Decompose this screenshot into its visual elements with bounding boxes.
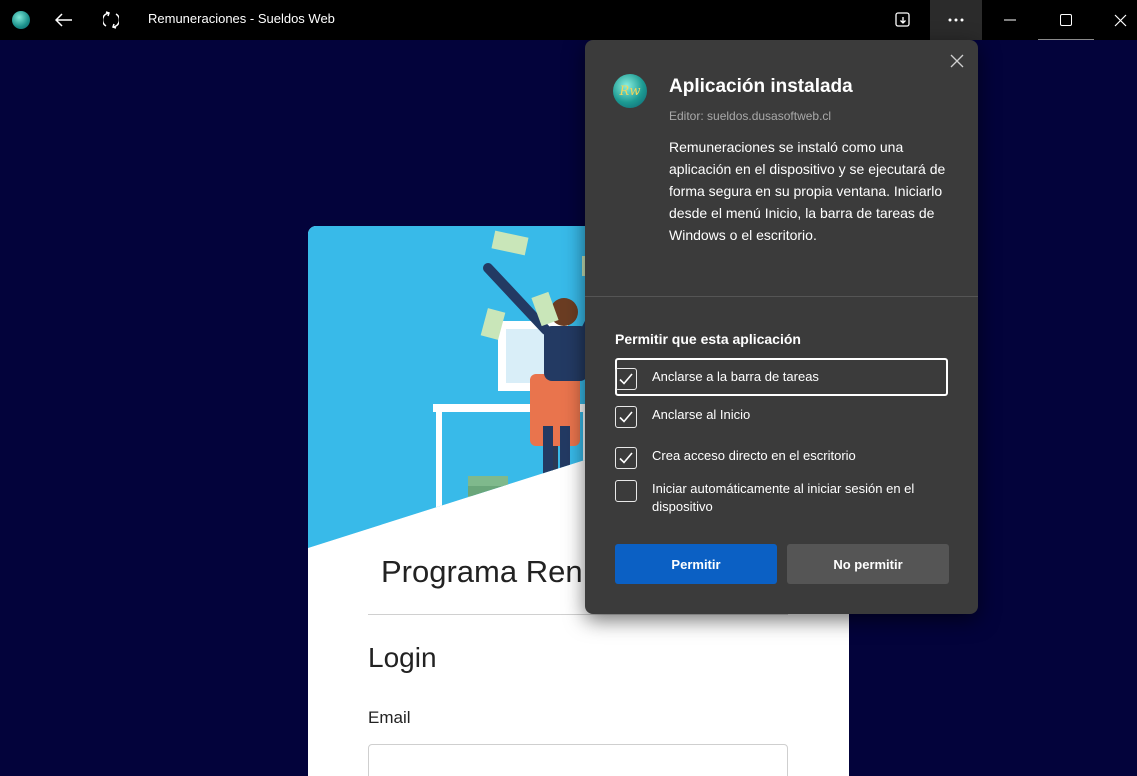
flyout-heading: Aplicación instalada xyxy=(669,76,853,97)
checkbox-pin-start[interactable] xyxy=(615,406,637,428)
close-icon xyxy=(1114,14,1126,26)
option-pin-start[interactable]: Anclarse al Inicio xyxy=(615,406,942,428)
email-field[interactable] xyxy=(368,744,788,776)
checkbox-desktop-shortcut[interactable] xyxy=(615,447,637,469)
app-available-button[interactable] xyxy=(883,0,923,40)
allow-button[interactable]: Permitir xyxy=(615,544,777,584)
email-label: Email xyxy=(368,708,411,727)
ellipsis-icon xyxy=(948,18,964,22)
maximize-hover-indicator xyxy=(1038,39,1094,40)
minimize-icon xyxy=(1004,19,1016,21)
app-logo-icon: Rw xyxy=(613,74,647,108)
checkbox-auto-start[interactable] xyxy=(615,480,637,502)
logo-text: Rw xyxy=(619,83,641,99)
deny-button[interactable]: No permitir xyxy=(787,544,949,584)
maximize-button[interactable] xyxy=(1046,0,1086,40)
option-desktop-shortcut[interactable]: Crea acceso directo en el escritorio xyxy=(615,447,942,469)
more-options-button[interactable] xyxy=(930,0,982,40)
option-auto-start[interactable]: Iniciar automáticamente al iniciar sesió… xyxy=(615,480,942,516)
checkmark-icon xyxy=(619,373,633,385)
app-logo-icon xyxy=(12,11,30,29)
checkmark-icon xyxy=(619,411,633,423)
checkmark-icon xyxy=(619,452,633,464)
minimize-button[interactable] xyxy=(990,0,1030,40)
app-install-icon xyxy=(895,12,910,27)
app-installed-flyout: Rw Aplicación instalada Editor: sueldos.… xyxy=(585,40,978,614)
title-bar: Remuneraciones - Sueldos Web xyxy=(0,0,1137,40)
option-label: Anclarse a la barra de tareas xyxy=(652,369,819,384)
close-window-button[interactable] xyxy=(1100,0,1137,40)
login-heading: Login xyxy=(368,642,437,673)
close-icon xyxy=(950,54,964,68)
flyout-separator xyxy=(585,296,978,297)
maximize-icon xyxy=(1060,14,1072,26)
refresh-button[interactable] xyxy=(91,0,131,40)
option-label: Iniciar automáticamente al iniciar sesió… xyxy=(652,481,915,514)
title-divider xyxy=(368,614,788,615)
install-description: Remuneraciones se instaló como una aplic… xyxy=(669,139,946,243)
back-arrow-icon xyxy=(55,13,72,27)
program-title: Programa Ren xyxy=(381,554,583,589)
window-title: Remuneraciones - Sueldos Web xyxy=(148,11,335,26)
option-label: Anclarse al Inicio xyxy=(652,407,751,422)
permissions-heading: Permitir que esta aplicación xyxy=(615,331,801,347)
flyout-close-button[interactable] xyxy=(944,48,970,74)
checkbox-pin-taskbar[interactable] xyxy=(615,368,637,390)
app-window: Remuneraciones - Sueldos Web Programa Re… xyxy=(0,0,1137,776)
publisher-text: Editor: sueldos.dusasoftweb.cl xyxy=(669,109,832,123)
option-label: Crea acceso directo en el escritorio xyxy=(652,448,856,463)
refresh-icon xyxy=(103,11,119,29)
option-pin-taskbar[interactable]: Anclarse a la barra de tareas xyxy=(615,368,942,390)
back-button[interactable] xyxy=(44,0,84,40)
